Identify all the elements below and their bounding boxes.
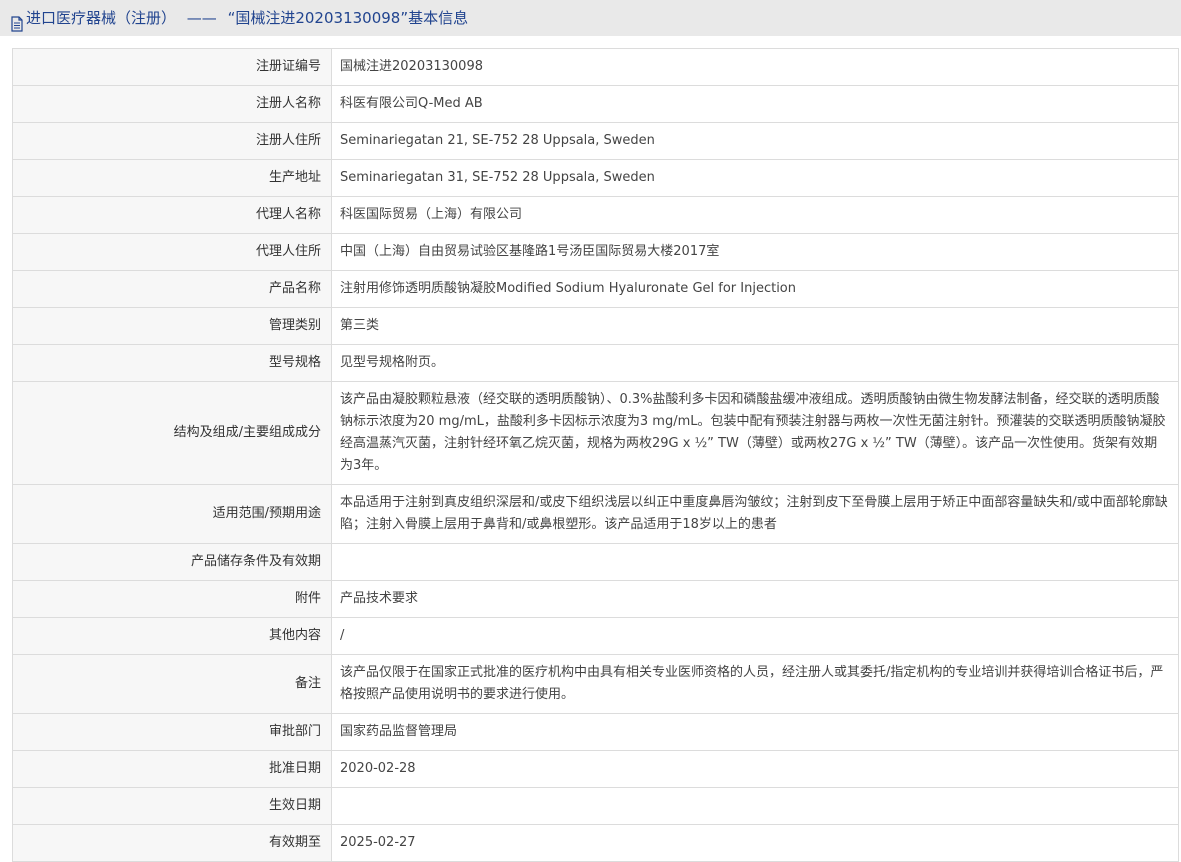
row-label: 审批部门: [12, 713, 332, 751]
table-row: 产品名称 注射用修饰透明质酸钠凝胶Modified Sodium Hyaluro…: [12, 270, 1179, 308]
row-label: 型号规格: [12, 344, 332, 382]
detail-table: 注册证编号 国械注进20203130098 注册人名称 科医有限公司Q-Med …: [12, 48, 1179, 862]
table-row: 适用范围/预期用途 本品适用于注射到真皮组织深层和/或皮下组织浅层以纠正中重度鼻…: [12, 484, 1179, 544]
page-title: “国械注进20203130098”基本信息: [227, 9, 469, 27]
row-value: 见型号规格附页。: [331, 344, 1179, 382]
row-value: Seminariegatan 31, SE-752 28 Uppsala, Sw…: [331, 159, 1179, 197]
row-value: 2025-02-27: [331, 824, 1179, 862]
detail-table-container: 注册证编号 国械注进20203130098 注册人名称 科医有限公司Q-Med …: [12, 48, 1179, 862]
row-value: 该产品由凝胶颗粒悬液（经交联的透明质酸钠）、0.3%盐酸利多卡因和磷酸盐缓冲液组…: [331, 381, 1179, 485]
row-label: 批准日期: [12, 750, 332, 788]
row-label: 代理人名称: [12, 196, 332, 234]
table-row: 生效日期: [12, 787, 1179, 825]
table-row: 产品储存条件及有效期: [12, 543, 1179, 581]
table-row: 注册人名称 科医有限公司Q-Med AB: [12, 85, 1179, 123]
table-row: 有效期至 2025-02-27: [12, 824, 1179, 862]
row-value: 科医有限公司Q-Med AB: [331, 85, 1179, 123]
header-category: 进口医疗器械（注册）: [26, 9, 177, 27]
table-row: 管理类别 第三类: [12, 307, 1179, 345]
table-row: 代理人名称 科医国际贸易（上海）有限公司: [12, 196, 1179, 234]
table-row: 结构及组成/主要组成成分 该产品由凝胶颗粒悬液（经交联的透明质酸钠）、0.3%盐…: [12, 381, 1179, 485]
table-row: 批准日期 2020-02-28: [12, 750, 1179, 788]
table-row: 生产地址 Seminariegatan 31, SE-752 28 Uppsal…: [12, 159, 1179, 197]
row-label: 有效期至: [12, 824, 332, 862]
table-row: 代理人住所 中国（上海）自由贸易试验区基隆路1号汤臣国际贸易大楼2017室: [12, 233, 1179, 271]
row-label: 注册人住所: [12, 122, 332, 160]
table-row: 注册人住所 Seminariegatan 21, SE-752 28 Uppsa…: [12, 122, 1179, 160]
header-separator: ——: [186, 9, 217, 27]
row-value: 产品技术要求: [331, 580, 1179, 618]
row-label: 产品储存条件及有效期: [12, 543, 332, 581]
document-icon: [10, 9, 24, 32]
table-row: 型号规格 见型号规格附页。: [12, 344, 1179, 382]
row-value: 中国（上海）自由贸易试验区基隆路1号汤臣国际贸易大楼2017室: [331, 233, 1179, 271]
row-value: 第三类: [331, 307, 1179, 345]
row-label: 附件: [12, 580, 332, 618]
row-value: 2020-02-28: [331, 750, 1179, 788]
row-label: 适用范围/预期用途: [12, 484, 332, 544]
table-row: 注册证编号 国械注进20203130098: [12, 48, 1179, 86]
row-label: 注册人名称: [12, 85, 332, 123]
row-value: 国械注进20203130098: [331, 48, 1179, 86]
row-label: 注册证编号: [12, 48, 332, 86]
row-label: 生效日期: [12, 787, 332, 825]
table-row: 其他内容 /: [12, 617, 1179, 655]
row-label: 结构及组成/主要组成成分: [12, 381, 332, 485]
row-value: 该产品仅限于在国家正式批准的医疗机构中由具有相关专业医师资格的人员，经注册人或其…: [331, 654, 1179, 714]
row-value: Seminariegatan 21, SE-752 28 Uppsala, Sw…: [331, 122, 1179, 160]
row-value: /: [331, 617, 1179, 655]
row-value: 国家药品监督管理局: [331, 713, 1179, 751]
row-value: 注射用修饰透明质酸钠凝胶Modified Sodium Hyaluronate …: [331, 270, 1179, 308]
row-value: [331, 787, 1179, 825]
table-row: 附件 产品技术要求: [12, 580, 1179, 618]
row-label: 生产地址: [12, 159, 332, 197]
page-header: 进口医疗器械（注册） —— “国械注进20203130098”基本信息: [0, 0, 1181, 36]
row-label: 代理人住所: [12, 233, 332, 271]
table-row: 备注 该产品仅限于在国家正式批准的医疗机构中由具有相关专业医师资格的人员，经注册…: [12, 654, 1179, 714]
row-label: 备注: [12, 654, 332, 714]
row-value: [331, 543, 1179, 581]
row-value: 科医国际贸易（上海）有限公司: [331, 196, 1179, 234]
row-label: 管理类别: [12, 307, 332, 345]
row-label: 产品名称: [12, 270, 332, 308]
row-label: 其他内容: [12, 617, 332, 655]
row-value: 本品适用于注射到真皮组织深层和/或皮下组织浅层以纠正中重度鼻唇沟皱纹；注射到皮下…: [331, 484, 1179, 544]
table-row: 审批部门 国家药品监督管理局: [12, 713, 1179, 751]
